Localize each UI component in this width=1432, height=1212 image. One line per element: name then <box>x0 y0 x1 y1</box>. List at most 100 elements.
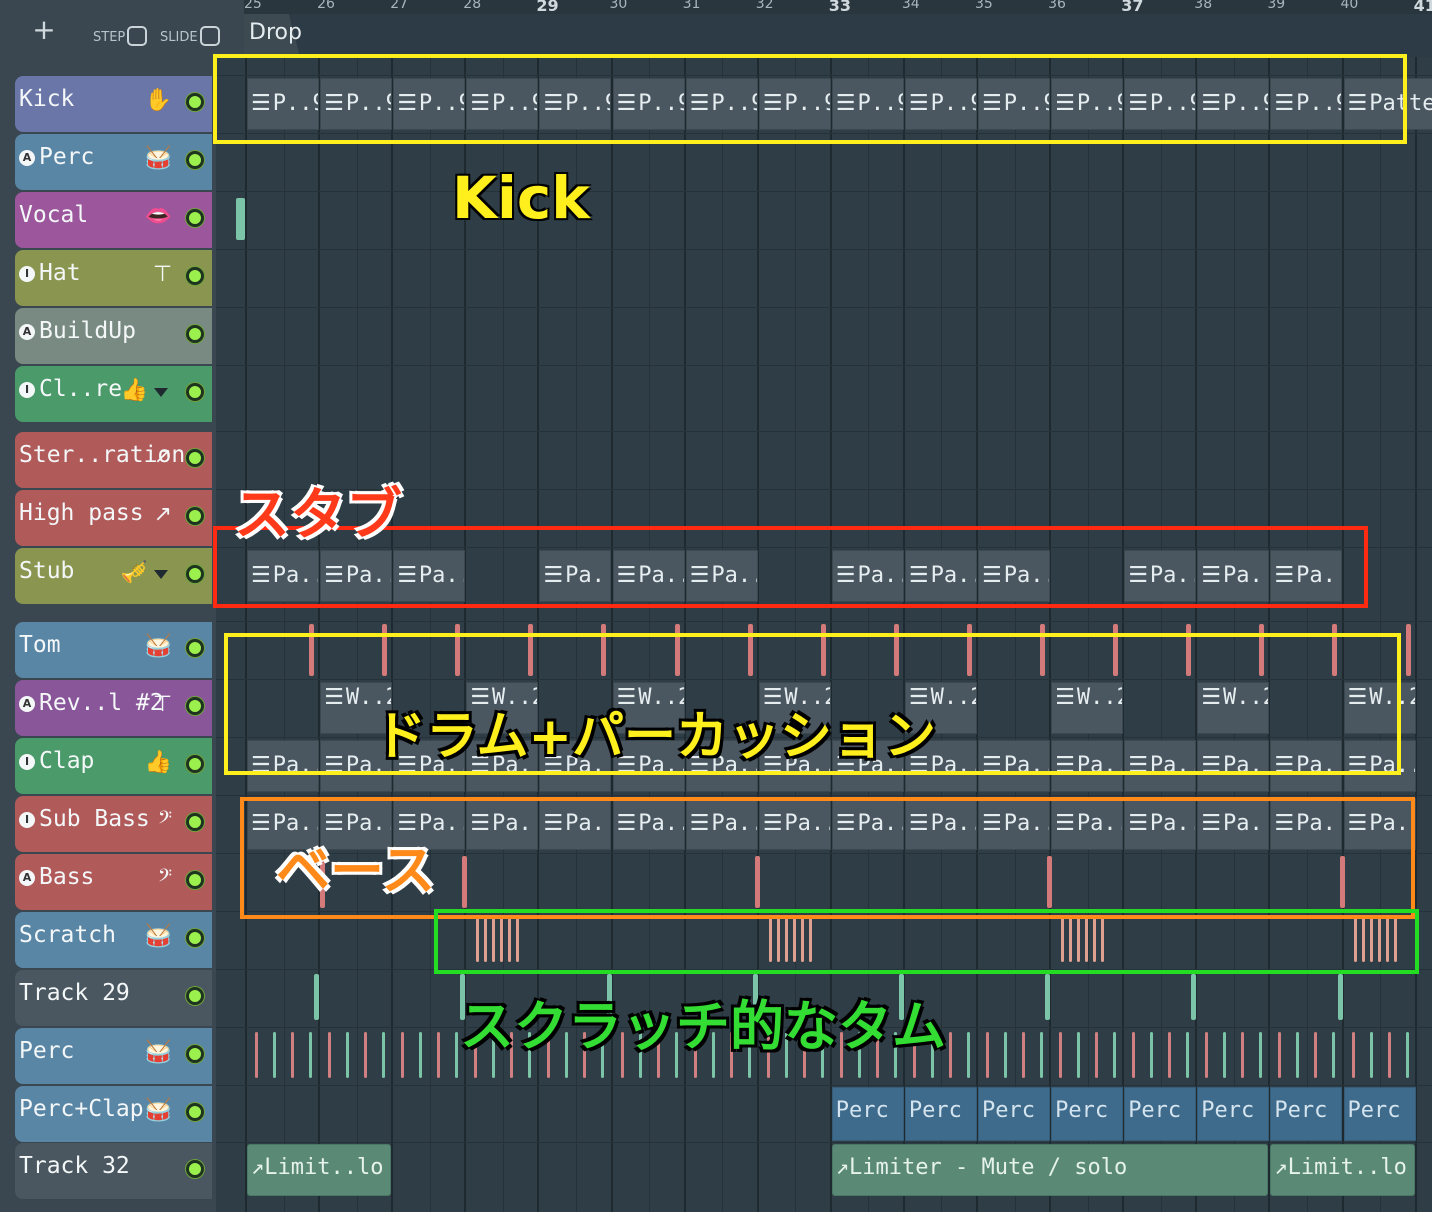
track-name[interactable]: Track 29 <box>19 980 130 1006</box>
scratch-hit[interactable] <box>492 918 496 962</box>
pattern-clip[interactable]: ☰Pa.. <box>831 550 904 602</box>
perc-hit[interactable] <box>1351 1032 1355 1078</box>
track-name[interactable]: A Rev..l #2 <box>19 690 164 716</box>
step-toggle[interactable]: STEP <box>93 26 148 46</box>
track-name[interactable]: A Bass <box>19 864 94 890</box>
track-mute-led[interactable] <box>186 565 204 583</box>
pattern-clip[interactable]: ☰W..2 <box>1051 682 1124 734</box>
perc-hit[interactable] <box>1369 1032 1373 1078</box>
track-mute-led[interactable] <box>186 697 204 715</box>
perc-hit[interactable] <box>1132 1032 1136 1078</box>
pattern-clip[interactable]: ☰P..9 <box>466 78 539 130</box>
track-name[interactable]: Track 32 <box>19 1153 130 1179</box>
perc-hit[interactable] <box>328 1032 332 1078</box>
track-header[interactable]: Track 29 <box>15 970 212 1026</box>
perc-hit[interactable] <box>1168 1032 1172 1078</box>
track-header[interactable]: Tom 🥁 <box>15 622 212 678</box>
perc-hit[interactable] <box>966 1032 970 1078</box>
pattern-clip[interactable]: ☰Pa.. <box>1270 798 1343 850</box>
scratch-hit[interactable] <box>1085 918 1089 962</box>
tom-hit[interactable] <box>1332 624 1338 676</box>
track-dropdown-arrow[interactable] <box>154 570 168 579</box>
scratch-hit[interactable] <box>800 918 804 962</box>
track-name[interactable]: I Cl..re <box>19 376 122 402</box>
track-header[interactable]: I Hat ⊤ <box>15 250 212 306</box>
tom-hit[interactable] <box>747 624 753 676</box>
tom-hit[interactable] <box>1113 624 1119 676</box>
perc-hit[interactable] <box>1259 1032 1263 1078</box>
tom-hit[interactable] <box>382 624 388 676</box>
pattern-clip[interactable]: ☰Pa.. <box>539 798 612 850</box>
scratch-hit[interactable] <box>1101 918 1105 962</box>
pattern-clip[interactable]: ☰Pa.. <box>247 550 320 602</box>
pattern-clip[interactable]: ☰Pa.. <box>978 550 1051 602</box>
ruler-bar-number[interactable]: 26 <box>317 0 335 12</box>
track-name[interactable]: I Sub Bass <box>19 806 150 832</box>
track-mute-led[interactable] <box>186 507 204 525</box>
pattern-clip[interactable]: ☰P..9 <box>831 78 904 130</box>
track-name[interactable]: Perc <box>19 1038 74 1064</box>
track-name[interactable]: Vocal <box>19 202 88 228</box>
audio-clip[interactable]: Perc <box>1270 1087 1343 1141</box>
pattern-clip[interactable]: ☰W..2 <box>1343 682 1416 734</box>
pattern-clip[interactable]: ☰Pa.. <box>1197 798 1270 850</box>
track-name[interactable]: Kick <box>19 86 74 112</box>
perc-hit[interactable] <box>1186 1032 1190 1078</box>
perc-hit[interactable] <box>986 1032 989 1078</box>
perc-hit[interactable] <box>1223 1032 1227 1078</box>
perc-hit[interactable] <box>364 1032 368 1078</box>
audio-clip[interactable]: Perc <box>1051 1087 1124 1141</box>
scratch-hit[interactable] <box>1061 918 1065 962</box>
pattern-clip[interactable]: ☰Pa.. <box>758 798 831 850</box>
pattern-clip[interactable]: ☰Pa.. <box>539 550 612 602</box>
track-mute-led[interactable] <box>186 325 204 343</box>
ruler-bar-number[interactable]: 30 <box>610 0 628 12</box>
track-header[interactable]: I Sub Bass 𝄢 <box>15 796 212 852</box>
track-header[interactable]: I Clap 👍 <box>15 738 212 794</box>
ruler-bar-number[interactable]: 37 <box>1121 0 1143 15</box>
perc-hit[interactable] <box>419 1032 423 1078</box>
pattern-clip[interactable]: ☰P..9 <box>539 78 612 130</box>
perc-hit[interactable] <box>273 1032 276 1078</box>
scratch-hit[interactable] <box>516 918 520 962</box>
tom-hit[interactable] <box>1259 624 1265 676</box>
scratch-hit[interactable] <box>508 918 512 962</box>
tom-hit[interactable] <box>309 624 314 676</box>
pattern-clip[interactable]: ☰Pa.. <box>1343 740 1416 792</box>
pattern-clip[interactable]: ☰Patter <box>1343 78 1432 130</box>
perc-hit[interactable] <box>1205 1032 1209 1078</box>
ruler-bar-number[interactable]: 41 <box>1414 0 1432 15</box>
bass-hit[interactable] <box>462 856 468 908</box>
track-header[interactable]: A Bass 𝄢 <box>15 854 212 910</box>
perc-hit[interactable] <box>1278 1032 1282 1078</box>
ruler-bar-number[interactable]: 38 <box>1194 0 1212 12</box>
scratch-hit[interactable] <box>1077 918 1081 962</box>
perc-hit[interactable] <box>1022 1032 1025 1078</box>
ruler-bar-number[interactable]: 31 <box>683 0 701 12</box>
audio-hit[interactable] <box>1045 974 1051 1020</box>
pattern-clip[interactable]: ☰Pa.. <box>247 740 320 792</box>
track-header[interactable]: Scratch 🥁 <box>15 912 212 968</box>
pattern-clip[interactable]: ☰P..9 <box>1270 78 1343 130</box>
slide-toggle[interactable]: SLIDE <box>160 26 220 46</box>
track-mute-led[interactable] <box>186 1160 204 1178</box>
pattern-clip[interactable]: ☰Pa.. <box>466 798 539 850</box>
perc-hit[interactable] <box>309 1032 312 1078</box>
track-mute-led[interactable] <box>186 987 204 1005</box>
track-mute-led[interactable] <box>186 449 204 467</box>
track-mute-led[interactable] <box>186 383 204 401</box>
pattern-clip[interactable]: ☰P..9 <box>247 78 320 130</box>
pattern-clip[interactable]: ☰Pa.. <box>685 550 758 602</box>
pattern-clip[interactable]: ☰Pa.. <box>904 550 977 602</box>
track-dropdown-arrow[interactable] <box>154 388 168 397</box>
audio-clip[interactable]: Perc <box>978 1087 1051 1141</box>
ruler-bar-number[interactable]: 34 <box>902 0 920 12</box>
add-track-button[interactable]: + <box>18 12 70 48</box>
tom-hit[interactable] <box>1405 624 1411 676</box>
ruler-bar-number[interactable]: 25 <box>244 0 262 12</box>
pattern-clip[interactable]: ☰Pa.. <box>612 798 685 850</box>
scratch-hit[interactable] <box>476 918 480 962</box>
audio-clip[interactable] <box>236 198 245 240</box>
scratch-hit[interactable] <box>1093 918 1097 962</box>
scratch-hit[interactable] <box>1393 918 1397 962</box>
